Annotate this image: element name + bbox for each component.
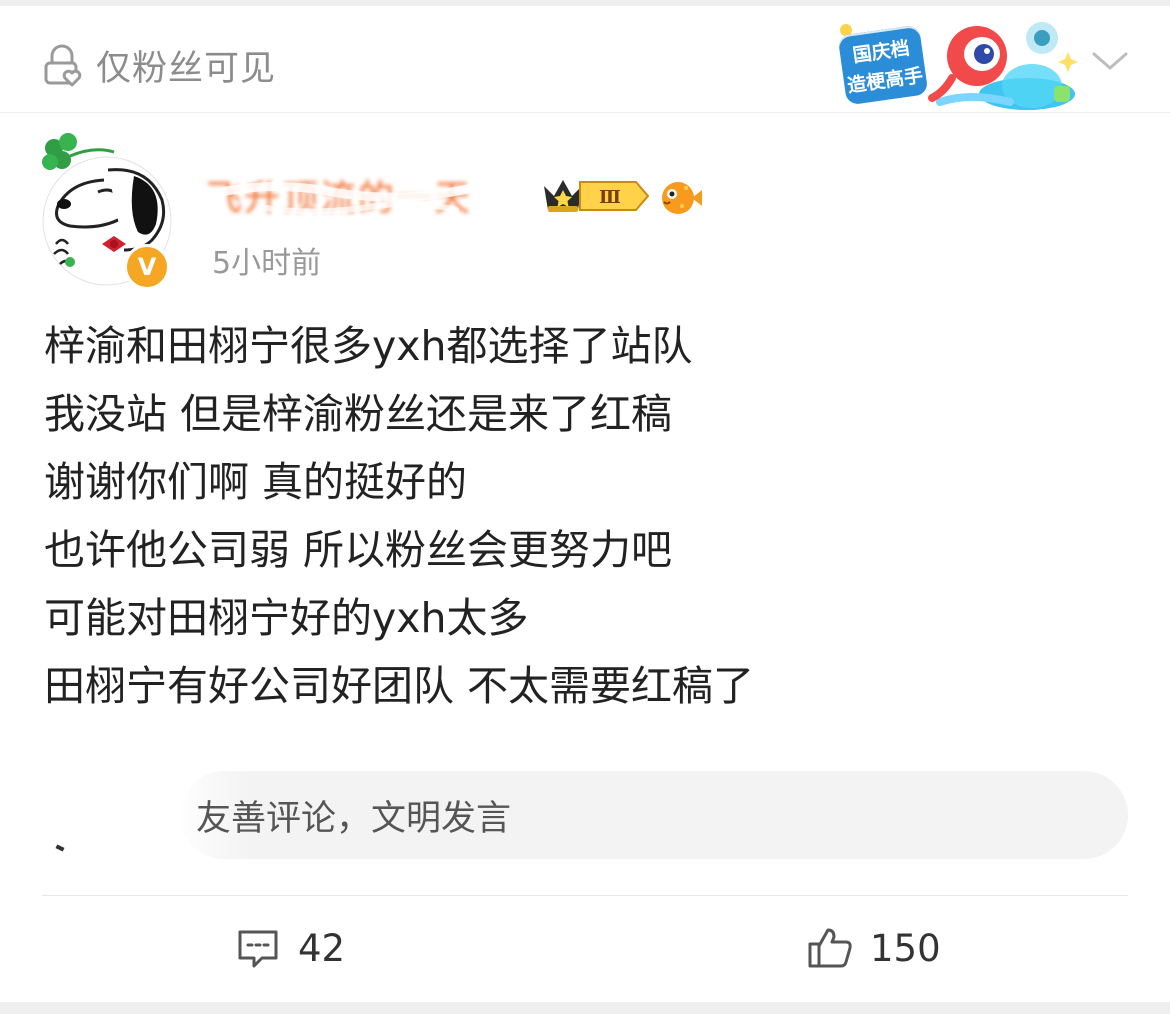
bottom-separator	[0, 1002, 1170, 1014]
author-name-row[interactable]: 飞升顶流的一天	[206, 168, 525, 222]
rank-badge: Ⅲ	[579, 181, 650, 211]
like-button[interactable]: 150	[806, 920, 941, 976]
visibility-indicator: 仅粉丝可见	[38, 40, 276, 90]
divider	[42, 895, 1128, 896]
post-line: 田栩宁有好公司好团队 不太需要红稿了	[44, 662, 755, 710]
post-line: 可能对田栩宁好的yxh太多	[44, 594, 529, 642]
post-line: 梓渝和田栩宁很多yxh都选择了站队	[44, 322, 693, 370]
comment-icon	[238, 930, 278, 968]
post-line: 我没站 但是梓渝粉丝还是来了红稿	[44, 390, 673, 438]
comment-count: 42	[298, 926, 346, 970]
verified-badge-label: V	[137, 253, 157, 281]
comment-button[interactable]: 42	[234, 920, 345, 976]
thumbs-up-icon	[808, 928, 852, 968]
promo-sticker[interactable]: 国庆档 造梗高手	[832, 16, 1082, 116]
like-count: 150	[870, 926, 941, 970]
post-body: 梓渝和田栩宁很多yxh都选择了站队 我没站 但是梓渝粉丝还是来了红稿 谢谢你们啊…	[44, 312, 1134, 720]
post-header: 仅粉丝可见 国庆档 造梗高手	[0, 6, 1170, 113]
comment-placeholder[interactable]: 友善评论，文明发言	[196, 790, 511, 841]
lock-heart-icon	[44, 44, 82, 87]
visibility-label: 仅粉丝可见	[96, 48, 277, 89]
username[interactable]: 飞升顶流的一天	[206, 169, 472, 221]
post-line: 谢谢你们啊 真的挺好的	[44, 458, 468, 506]
post-time: 5小时前	[212, 246, 322, 281]
pufferfish-icon	[662, 182, 702, 214]
promo-card: 国庆档 造梗高手	[837, 24, 929, 106]
post-line: 也许他公司弱 所以粉丝会更努力吧	[44, 526, 673, 574]
chevron-down-icon[interactable]	[1090, 46, 1130, 76]
rank-badge-label: Ⅲ	[599, 187, 621, 208]
verified-badge: V	[124, 244, 170, 290]
